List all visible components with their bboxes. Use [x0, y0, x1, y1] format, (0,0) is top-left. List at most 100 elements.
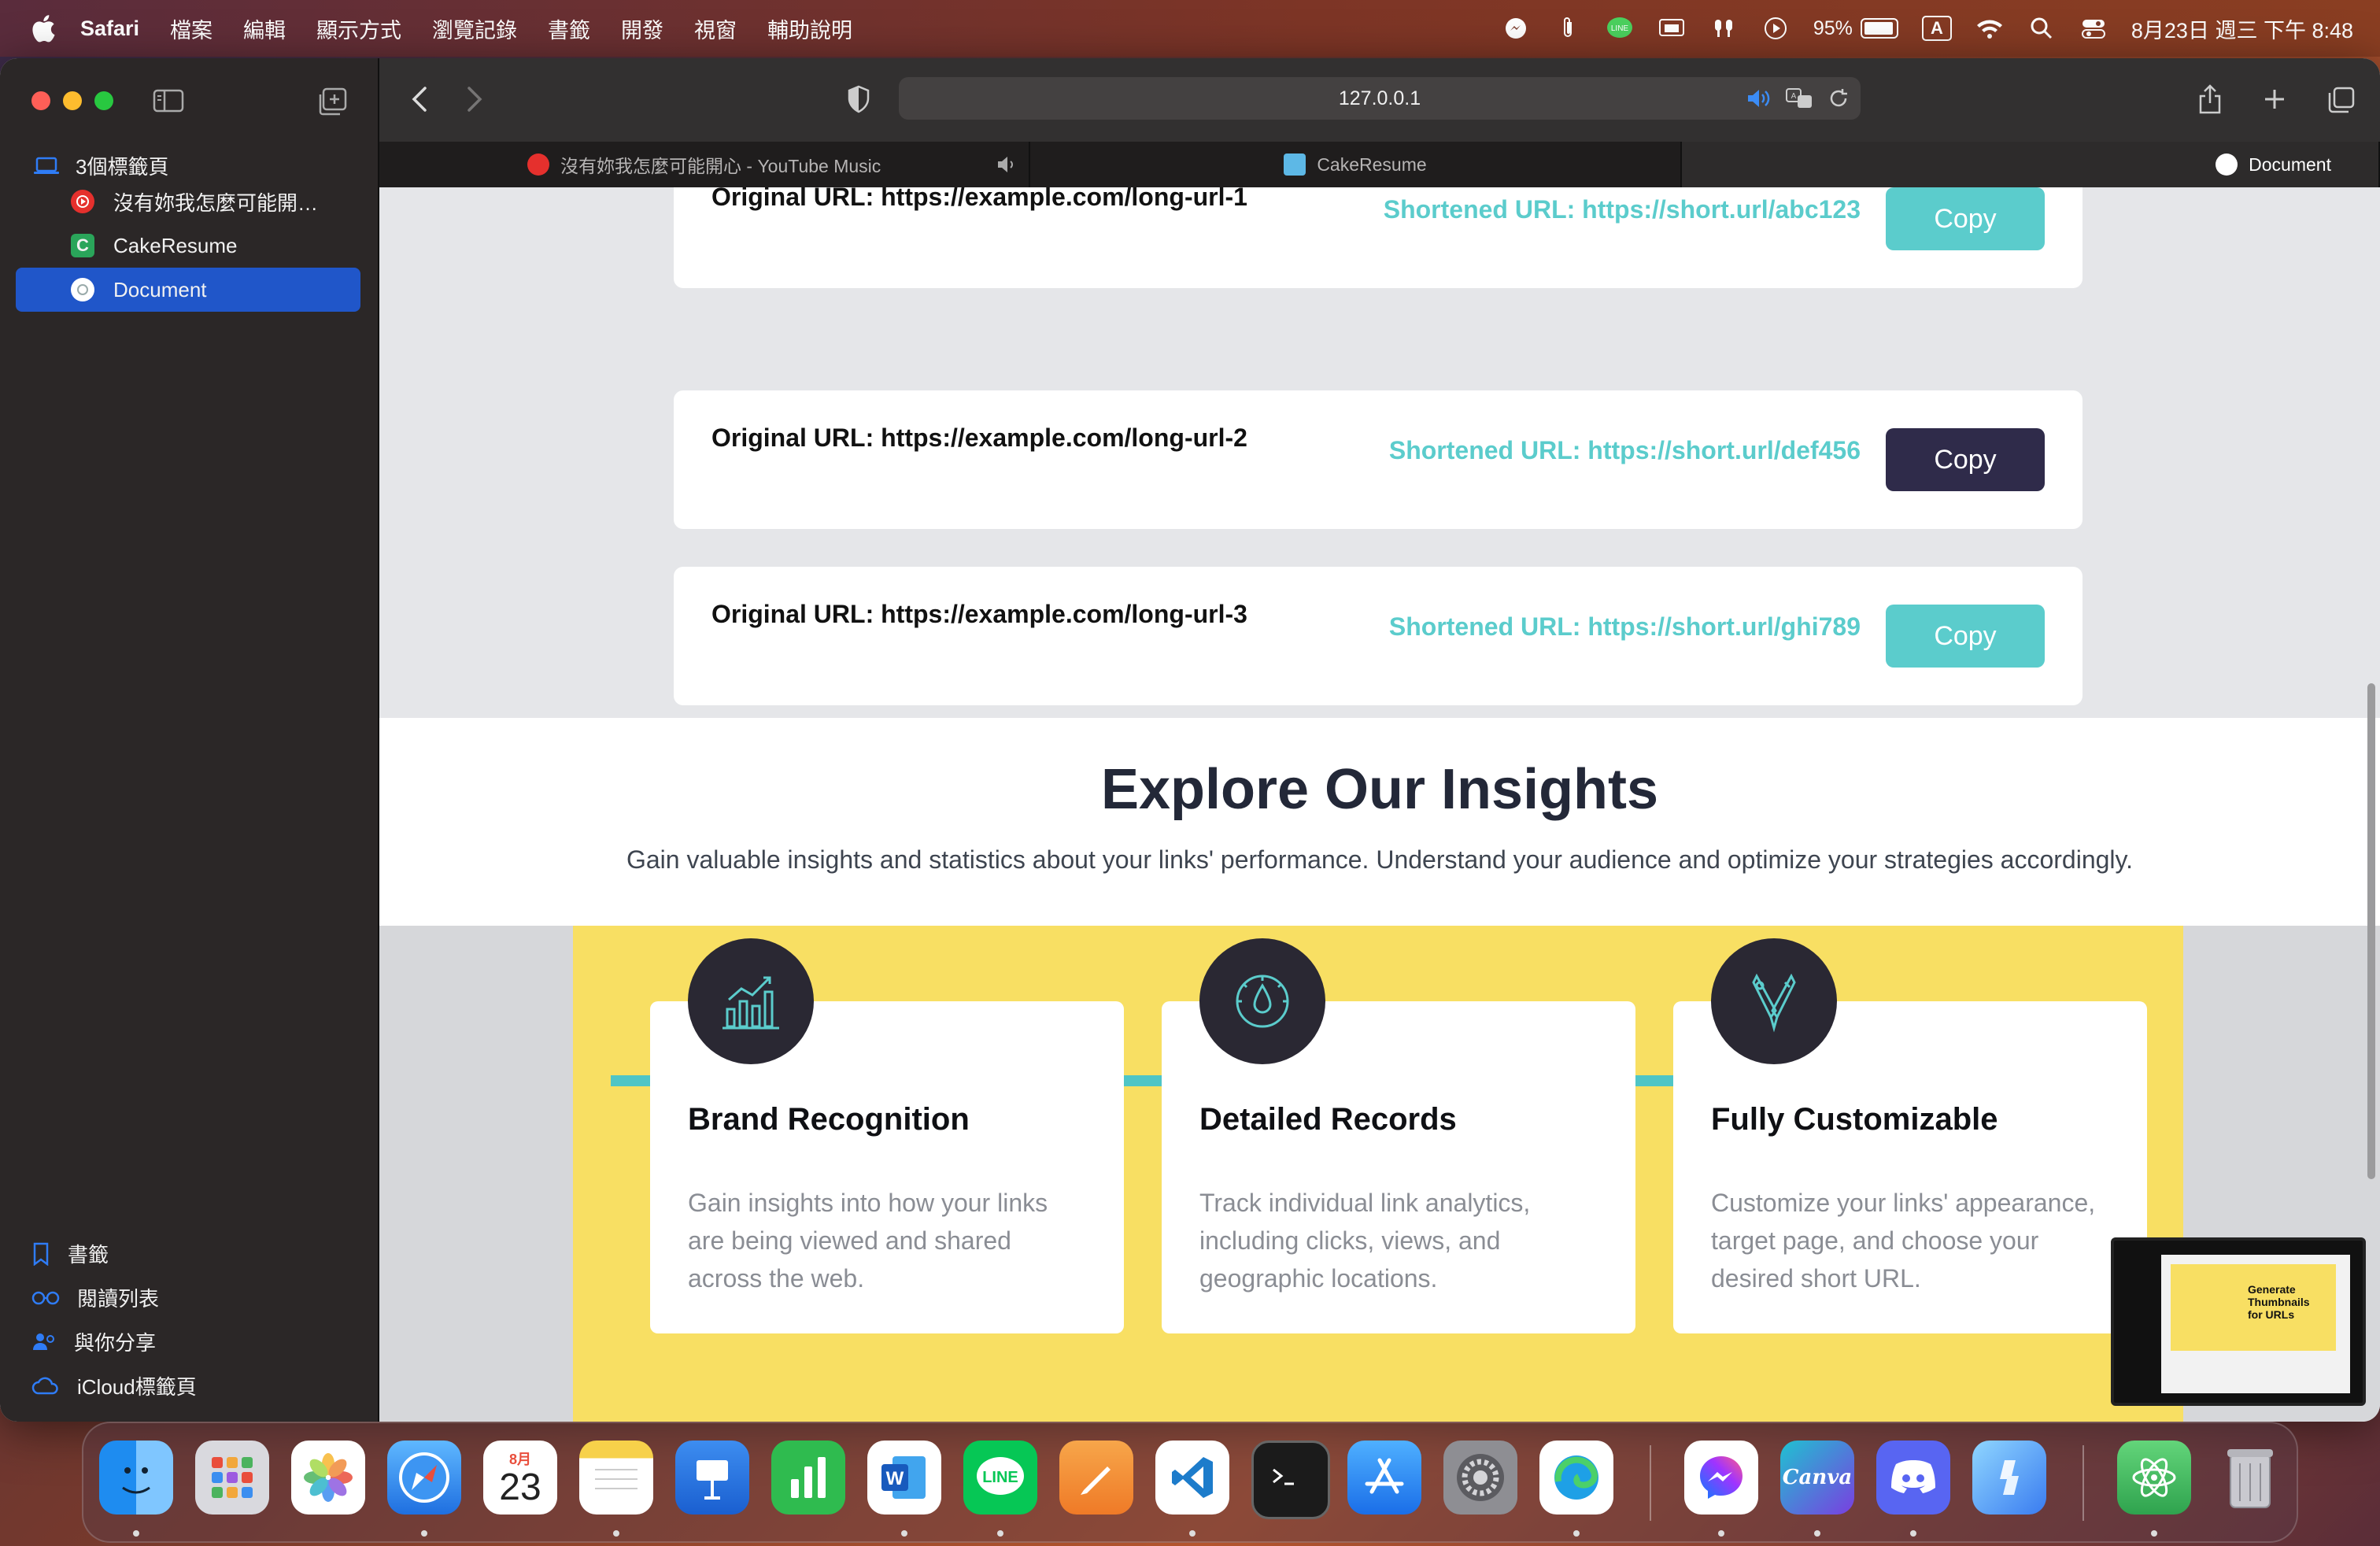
copy-button[interactable]: Copy	[1886, 605, 2045, 668]
tab-document[interactable]: Document	[1681, 142, 2380, 187]
line-status-icon[interactable]: LINE	[1606, 14, 1634, 43]
calendar-day: 23	[499, 1466, 541, 1508]
back-icon[interactable]	[411, 85, 430, 113]
running-indicator	[133, 1530, 139, 1537]
sidebar-tab-cakeresume[interactable]: C CakeResume	[16, 224, 360, 268]
features-background: Brand Recognition Gain insights into how…	[573, 926, 2183, 1422]
menu-clock[interactable]: 8月23日 週三 下午 8:48	[2131, 13, 2353, 44]
system-settings-icon[interactable]	[1443, 1441, 1517, 1515]
sidebar-reading-list-label: 閱讀列表	[77, 1287, 160, 1311]
close-window-button[interactable]	[31, 91, 50, 110]
apple-menu-icon[interactable]	[28, 13, 57, 44]
paperclip-icon[interactable]	[1554, 14, 1582, 43]
menu-bookmarks[interactable]: 書籤	[548, 13, 590, 44]
messenger-icon[interactable]	[1684, 1441, 1758, 1515]
translate-icon[interactable]: A	[1785, 87, 1813, 110]
insights-section: Explore Our Insights Gain valuable insig…	[379, 718, 2380, 926]
dock-separator	[1650, 1445, 1651, 1521]
zoom-window-button[interactable]	[94, 91, 113, 110]
minimize-window-button[interactable]	[63, 91, 82, 110]
menu-window[interactable]: 視窗	[694, 13, 737, 44]
sidebar-reading-list[interactable]: 閱讀列表	[31, 1283, 159, 1312]
copy-button[interactable]: Copy	[1886, 428, 2045, 491]
sidebar-shared-label: 與你分享	[74, 1331, 157, 1355]
messenger-status-icon[interactable]	[1502, 14, 1530, 43]
tab-overview-icon[interactable]	[2326, 83, 2356, 115]
copilot-icon[interactable]	[1972, 1441, 2046, 1515]
feature-title: Detailed Records	[1199, 1102, 1457, 1137]
page-scrollbar[interactable]	[2367, 683, 2375, 1179]
keynote-icon[interactable]	[675, 1441, 749, 1515]
sidebar-tab-document[interactable]: Document	[16, 268, 360, 312]
tab-cakeresume[interactable]: CakeResume	[1030, 142, 1682, 187]
running-indicator	[1573, 1530, 1580, 1537]
menu-file[interactable]: 檔案	[170, 13, 213, 44]
discord-icon[interactable]	[1876, 1441, 1950, 1515]
original-url: Original URL: https://example.com/long-u…	[711, 600, 1247, 628]
menu-view[interactable]: 顯示方式	[316, 13, 401, 44]
menu-help[interactable]: 輔助說明	[767, 13, 852, 44]
tab-label: Document	[2249, 153, 2331, 175]
launchpad-icon[interactable]	[195, 1441, 269, 1515]
feature-description: Customize your links' appearance, target…	[1711, 1189, 2096, 1293]
input-source-icon[interactable]: A	[1921, 16, 1952, 41]
shortened-url[interactable]: Shortened URL: https://short.url/def456	[1389, 436, 1861, 465]
menu-edit[interactable]: 編輯	[243, 13, 286, 44]
numbers-icon[interactable]	[771, 1441, 845, 1515]
bar-chart-icon	[688, 938, 814, 1064]
shortened-url[interactable]: Shortened URL: https://short.url/abc123	[1384, 195, 1861, 224]
calendar-icon[interactable]: 8月 23	[483, 1441, 557, 1515]
document-icon	[71, 278, 94, 301]
dock-separator	[2082, 1445, 2084, 1521]
vscode-icon[interactable]	[1155, 1441, 1229, 1515]
control-center-icon[interactable]	[2079, 14, 2108, 43]
sidebar-toggle-icon[interactable]	[153, 88, 184, 113]
app-store-icon[interactable]	[1347, 1441, 1421, 1515]
menu-develop[interactable]: 開發	[621, 13, 663, 44]
sidebar-shared-with-you[interactable]: 與你分享	[31, 1327, 156, 1356]
wifi-icon[interactable]	[1975, 14, 2004, 43]
link-card: Original URL: https://example.com/long-u…	[674, 567, 2082, 705]
photos-icon[interactable]	[291, 1441, 365, 1515]
new-tab-icon[interactable]	[2262, 83, 2287, 115]
line-icon[interactable]: LINE	[963, 1441, 1037, 1515]
tab-group-header[interactable]: 3個標籤頁	[33, 151, 168, 180]
notes-icon[interactable]	[579, 1441, 653, 1515]
screen-mirroring-icon[interactable]	[1658, 14, 1686, 43]
edge-icon[interactable]	[1539, 1441, 1613, 1515]
word-icon[interactable]: W	[867, 1441, 941, 1515]
atom-icon[interactable]	[2117, 1441, 2191, 1515]
canva-icon[interactable]: Canva	[1780, 1441, 1854, 1515]
battery-status[interactable]: 95%	[1813, 17, 1898, 40]
speaker-icon[interactable]	[996, 155, 1018, 174]
tab-youtube-music[interactable]: 沒有妳我怎麼可能開心 - YouTube Music	[379, 142, 1031, 187]
tab-label: CakeResume	[1317, 153, 1427, 175]
audio-playing-icon[interactable]	[1746, 87, 1771, 110]
sidebar-icloud-tabs[interactable]: iCloud標籤頁	[31, 1371, 197, 1400]
now-playing-icon[interactable]	[1761, 14, 1790, 43]
privacy-shield-icon[interactable]	[847, 85, 870, 113]
feature-description: Track individual link analytics, includi…	[1199, 1189, 1531, 1293]
tab-label: 沒有妳我怎麼可能開心 - YouTube Music	[560, 156, 881, 176]
copy-button[interactable]: Copy	[1886, 187, 2045, 250]
reload-icon[interactable]	[1828, 87, 1850, 110]
link-card: Original URL: https://example.com/long-u…	[674, 187, 2082, 288]
menu-app-name[interactable]: Safari	[80, 17, 139, 41]
terminal-icon[interactable]	[1251, 1441, 1330, 1519]
trash-icon[interactable]	[2213, 1441, 2287, 1515]
sidebar-tab-youtube-music[interactable]: 沒有妳我怎麼可能開…	[16, 179, 360, 224]
spotlight-search-icon[interactable]	[2027, 14, 2056, 43]
sidebar-bookmarks[interactable]: 書籤	[31, 1239, 109, 1268]
pages-icon[interactable]	[1059, 1441, 1133, 1515]
menu-history[interactable]: 瀏覽記錄	[432, 13, 517, 44]
forward-icon[interactable]	[464, 85, 483, 113]
airpods-icon[interactable]	[1709, 14, 1738, 43]
shortened-url[interactable]: Shortened URL: https://short.url/ghi789	[1389, 612, 1861, 642]
finder-icon[interactable]	[99, 1441, 173, 1515]
screenshot-thumbnail[interactable]: Generate Thumbnails for URLs	[2111, 1237, 2366, 1406]
share-icon[interactable]	[2197, 83, 2223, 115]
address-bar[interactable]: 127.0.0.1 A	[899, 77, 1861, 120]
new-tab-group-icon[interactable]	[316, 87, 348, 117]
safari-toolbar: 127.0.0.1 A	[379, 58, 2380, 142]
safari-icon[interactable]	[387, 1441, 461, 1515]
